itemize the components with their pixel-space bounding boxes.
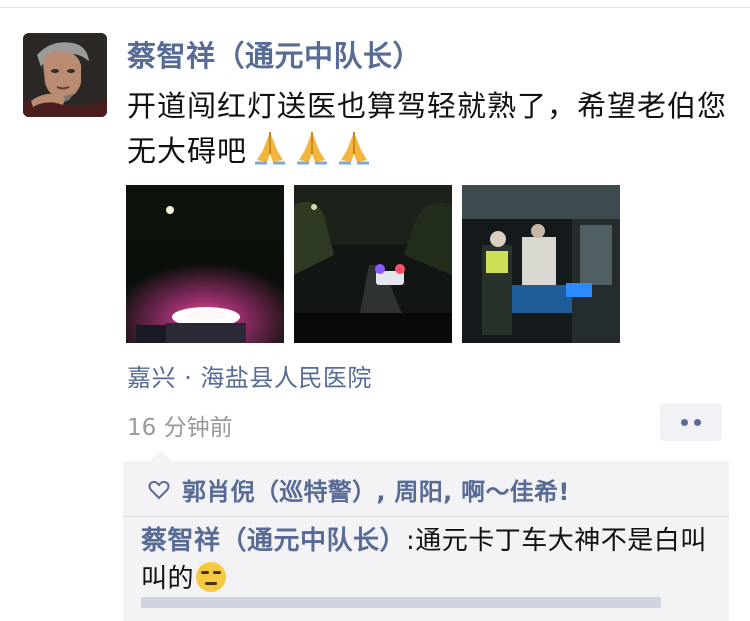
- comment-author[interactable]: 蔡智祥（通元中队长）: [141, 526, 406, 556]
- more-actions-button[interactable]: [660, 403, 722, 441]
- post-text-content: 开道闯红灯送医也算驾轻就熟了，希望老伯您无大碍吧: [127, 89, 728, 168]
- folded-hands-emoji-icon: [335, 128, 373, 178]
- top-divider: [0, 7, 750, 8]
- avatar[interactable]: [23, 33, 107, 117]
- comment-item-partial: [141, 597, 721, 608]
- likes-list[interactable]: 郭肖倪（巡特警）, 周阳, 啊～佳希!: [182, 472, 570, 507]
- post-time: 16 分钟前: [127, 415, 233, 441]
- post-location[interactable]: 嘉兴 · 海盐县人民医院: [127, 358, 372, 393]
- avatar-portrait-icon: [23, 33, 107, 117]
- post-author-name[interactable]: 蔡智祥（通元中队长）: [127, 33, 422, 75]
- comment-pointer: [150, 450, 172, 461]
- comment-divider: [123, 516, 729, 517]
- folded-hands-emoji-icon: [251, 128, 289, 178]
- comment-item[interactable]: 蔡智祥（通元中队长）:通元卡丁车大神不是白叫叫的: [141, 522, 721, 598]
- more-dot-icon: [694, 419, 701, 426]
- smirk-emoji-icon: [196, 562, 227, 592]
- post-photo-1[interactable]: [126, 185, 284, 343]
- more-dot-icon: [681, 419, 688, 426]
- post-photo-2[interactable]: [294, 185, 452, 343]
- partial-comment-text: [141, 597, 661, 608]
- folded-hands-emoji-icon: [293, 128, 331, 178]
- post-text: 开道闯红灯送医也算驾轻就熟了，希望老伯您无大碍吧: [127, 84, 727, 178]
- heart-icon: [147, 478, 171, 502]
- comment-separator: :: [406, 526, 416, 556]
- post-photo-3[interactable]: [462, 185, 620, 343]
